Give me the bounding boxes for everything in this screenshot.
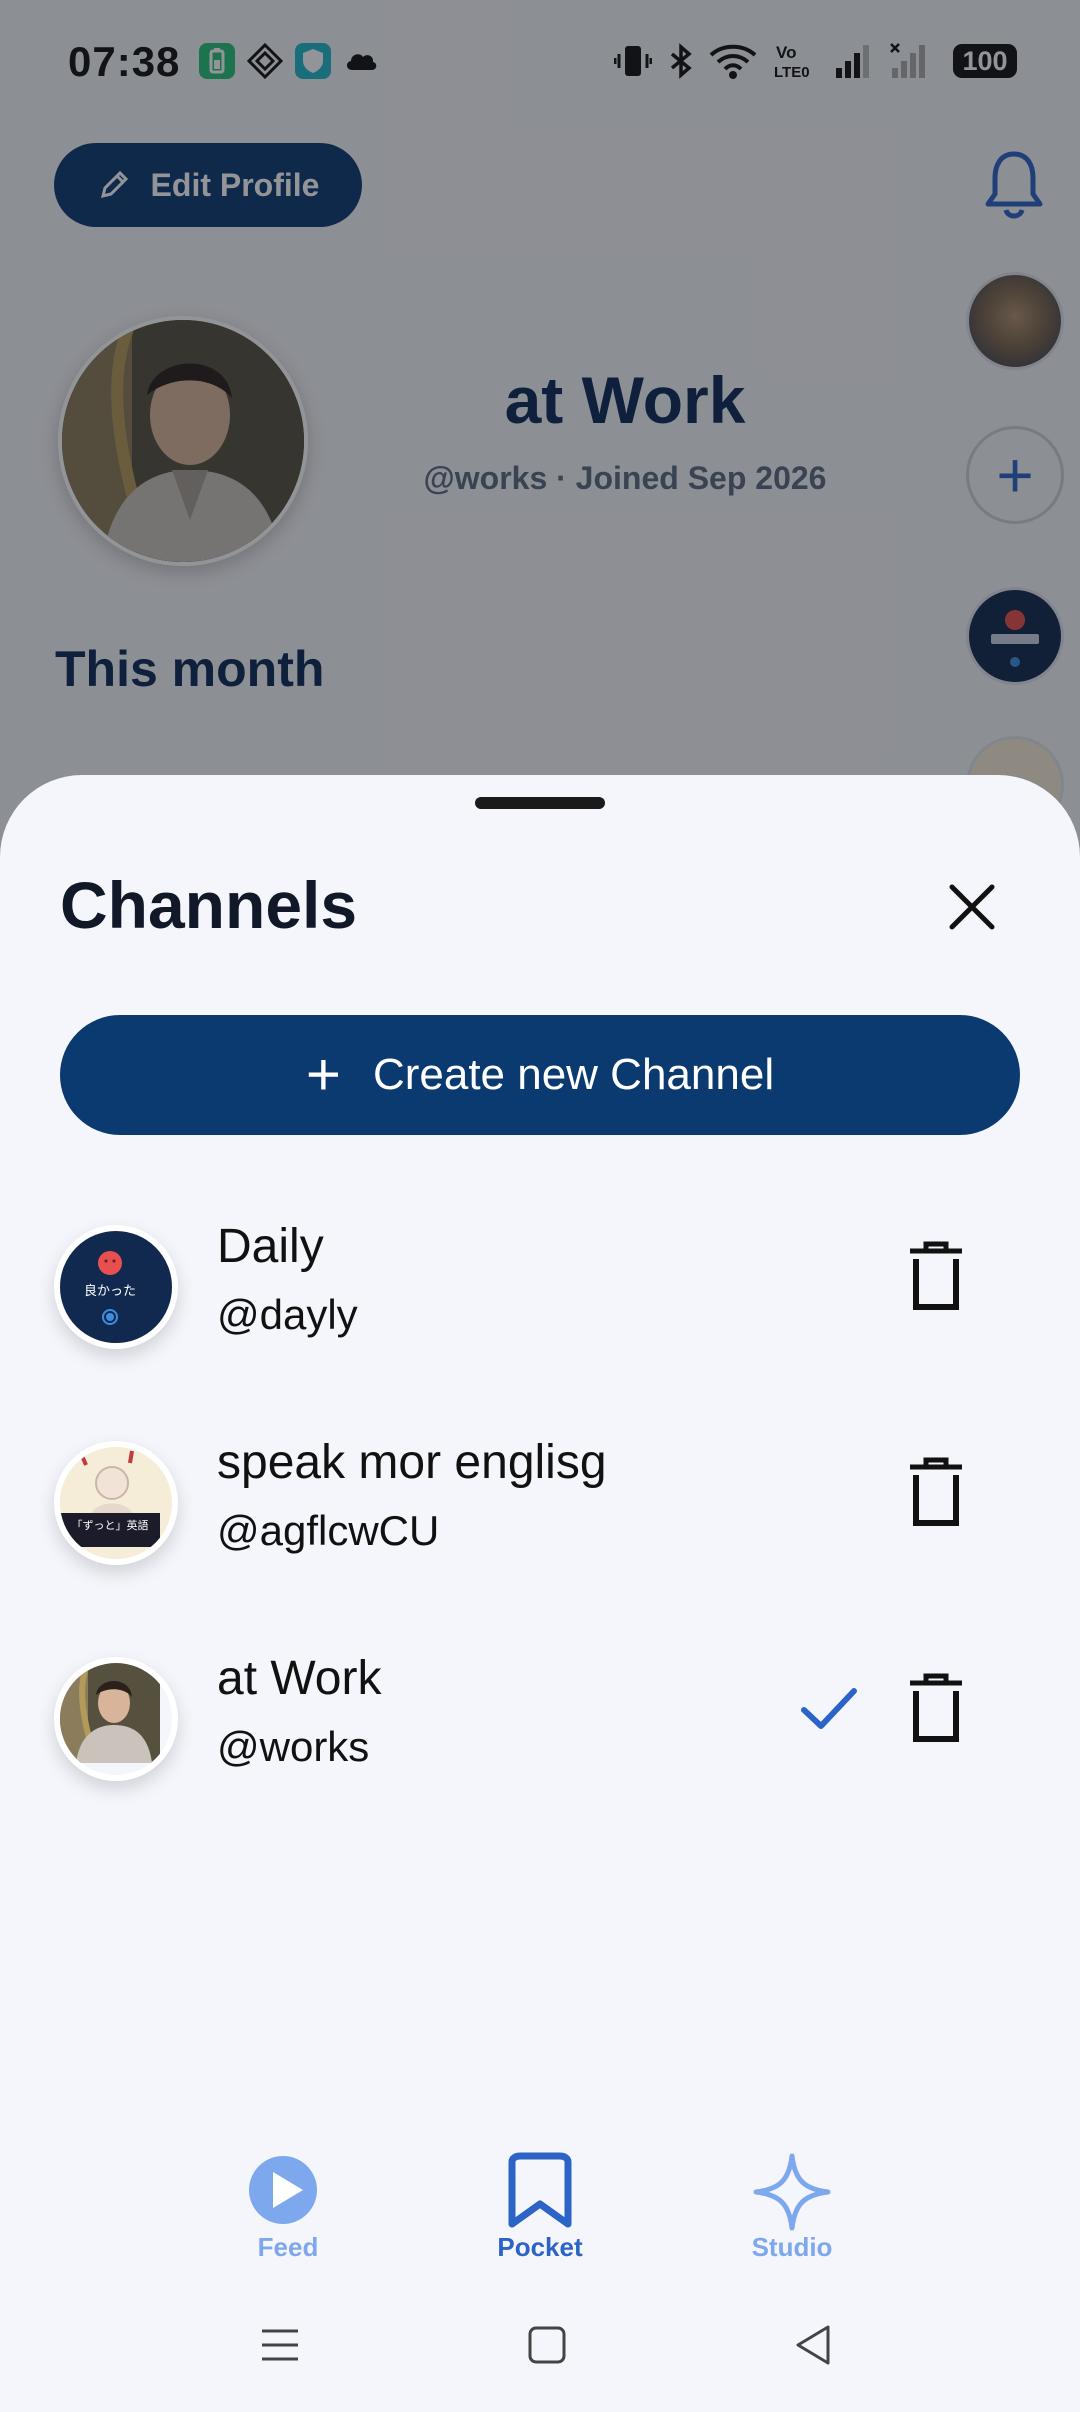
daily-thumbnail: 良かった [84, 1251, 136, 1325]
plus-icon: + [305, 1041, 341, 1108]
channel-name: Daily [217, 1220, 324, 1273]
back-icon[interactable] [784, 2315, 844, 2375]
channel-name: speak mor englisg [217, 1436, 607, 1489]
channel-avatar: 「ずっと」英語 [54, 1441, 178, 1565]
avatar-caption: 「ずっと」英語 [72, 1518, 149, 1532]
work-thumbnail [60, 1663, 160, 1764]
nav-pocket[interactable]: Pocket [470, 2152, 610, 2272]
channel-avatar [54, 1657, 178, 1781]
nav-studio-label: Studio [751, 2232, 833, 2262]
create-channel-button[interactable]: + Create new Channel [60, 1015, 1020, 1135]
avatar-caption: 良かった [84, 1283, 136, 1299]
english-thumbnail: 「ずっと」英語 [60, 1447, 160, 1547]
recents-menu-icon[interactable] [250, 2315, 310, 2375]
trash-icon[interactable] [906, 1241, 966, 1311]
channel-row-work[interactable]: at Work @works [0, 1637, 1080, 1817]
nav-pocket-label: Pocket [497, 2232, 583, 2262]
channel-row-daily[interactable]: 良かった Daily @dayly [0, 1205, 1080, 1385]
play-icon [249, 2156, 317, 2224]
home-icon[interactable] [517, 2315, 577, 2375]
sheet-title: Channels [60, 868, 358, 942]
check-icon [801, 1688, 857, 1729]
sparkle-icon [753, 2153, 831, 2231]
channel-handle: @agflcwCU [217, 1507, 440, 1554]
sheet-drag-handle[interactable] [475, 797, 605, 809]
channel-row-english[interactable]: 「ずっと」英語 speak mor englisg @agflcwCU [0, 1421, 1080, 1601]
channel-handle: @works [217, 1723, 370, 1770]
trash-icon[interactable] [906, 1673, 966, 1743]
channel-avatar: 良かった [54, 1225, 178, 1349]
nav-feed[interactable]: Feed [218, 2152, 358, 2272]
nav-studio[interactable]: Studio [722, 2152, 862, 2272]
create-channel-label: Create new Channel [372, 1050, 775, 1099]
nav-feed-label: Feed [257, 2232, 319, 2262]
trash-icon[interactable] [906, 1457, 966, 1527]
channel-name: at Work [217, 1652, 382, 1705]
channel-handle: @dayly [217, 1291, 358, 1338]
bookmark-icon [508, 2152, 572, 2228]
close-icon[interactable] [940, 875, 1004, 939]
